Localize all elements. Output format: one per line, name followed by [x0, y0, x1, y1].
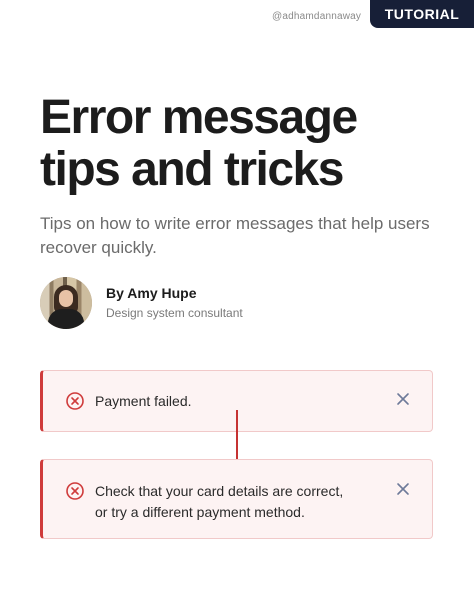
author-name: By Amy Hupe	[106, 285, 197, 301]
page-title: Error message tips and tricks	[40, 91, 358, 196]
error-circle-icon	[66, 392, 84, 410]
error-alert-detailed: Check that your card details are correct…	[40, 459, 433, 539]
title-line-2: tips and tricks	[40, 143, 344, 196]
alert-message: Check that your card details are correct…	[95, 481, 343, 523]
tutorial-badge: TUTORIAL	[370, 0, 474, 28]
author-handle: @adhamdannaway	[272, 11, 362, 22]
author-role: Design system consultant	[106, 306, 243, 320]
error-circle-icon	[66, 482, 84, 500]
alert-message: Payment failed.	[95, 391, 192, 412]
avatar	[40, 277, 92, 329]
alert-message-line: Check that your card details are correct…	[95, 483, 344, 499]
author-block: By Amy Hupe Design system consultant	[40, 276, 243, 330]
author-details: By Amy Hupe Design system consultant	[106, 284, 243, 322]
alert-message-line: Payment failed.	[95, 393, 192, 409]
close-icon[interactable]	[396, 482, 410, 496]
alert-message-line: or try a different payment method.	[95, 504, 305, 520]
page-subtitle: Tips on how to write error messages that…	[40, 214, 430, 257]
title-line-1: Error message	[40, 91, 358, 144]
close-icon[interactable]	[396, 392, 410, 406]
